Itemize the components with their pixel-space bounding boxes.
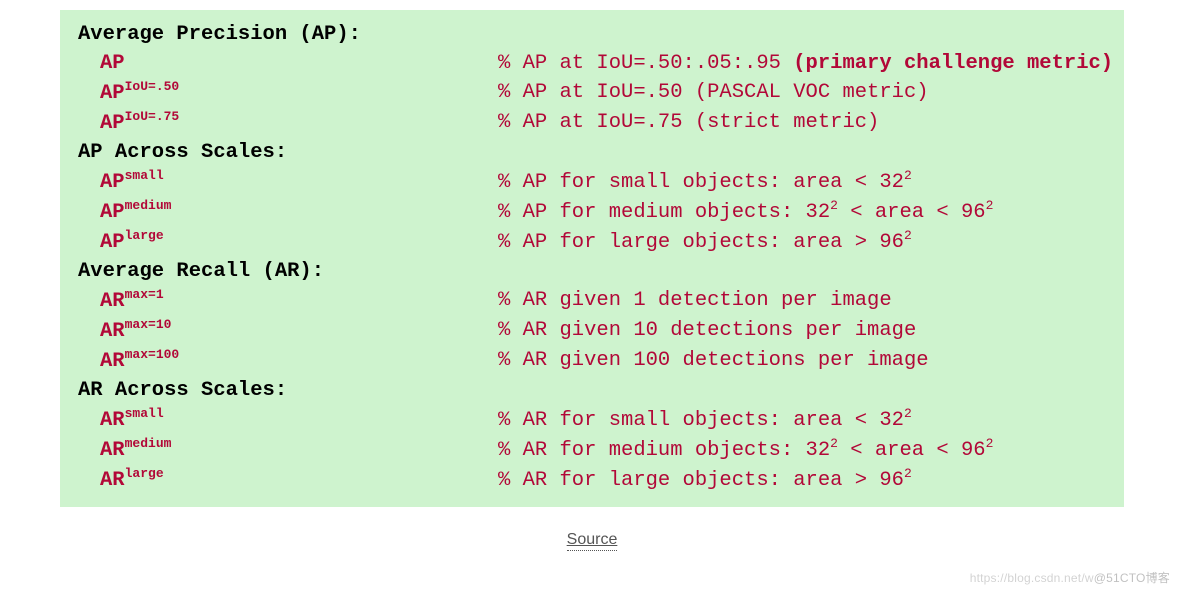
metrics-panel: Average Precision (AP):AP% AP at IoU=.50… [60, 10, 1124, 507]
metric-description: % AR for medium objects: 322 < area < 96… [498, 435, 993, 465]
metric-row: ARmax=100 % AR given 100 detections per i… [78, 346, 1106, 376]
metric-description: % AR given 10 detections per image [498, 316, 916, 345]
source-link[interactable]: Source [567, 531, 618, 551]
metric-row: ARmax=10 % AR given 10 detections per ima… [78, 316, 1106, 346]
source-caption: Source [60, 531, 1124, 551]
metric-label: ARmax=10 [78, 316, 171, 346]
metric-label: AP [78, 49, 125, 78]
metric-label: APmedium [78, 197, 171, 227]
metric-label: APIoU=.75 [78, 108, 179, 138]
metric-label: ARmax=1 [78, 286, 164, 316]
metric-description: % AP for medium objects: 322 < area < 96… [498, 197, 993, 227]
metric-description: % AP for small objects: area < 322 [498, 167, 912, 197]
metric-description: % AR for large objects: area > 962 [498, 465, 912, 495]
metric-row: AP% AP at IoU=.50:.05:.95 (primary chall… [78, 49, 1106, 78]
metric-description: % AP at IoU=.50:.05:.95 (primary challen… [498, 49, 1113, 78]
metric-label: APIoU=.50 [78, 78, 179, 108]
watermark: https://blog.csdn.net/w@51CTO博客 [970, 569, 1170, 586]
section-heading: AP Across Scales: [78, 138, 1106, 167]
metric-label: APsmall [78, 167, 164, 197]
metric-description: % AR given 100 detections per image [498, 346, 929, 375]
metric-row: ARmedium % AR for medium objects: 322 < a… [78, 435, 1106, 465]
metric-row: ARlarge % AR for large objects: area > 96… [78, 465, 1106, 495]
metric-row: APIoU=.50 % AP at IoU=.50 (PASCAL VOC met… [78, 78, 1106, 108]
metric-description: % AR for small objects: area < 322 [498, 405, 912, 435]
metric-row: APIoU=.75 % AP at IoU=.75 (strict metric) [78, 108, 1106, 138]
metric-label: ARlarge [78, 465, 164, 495]
metric-label: APlarge [78, 227, 164, 257]
section-heading: Average Precision (AP): [78, 20, 1106, 49]
metric-description: % AP at IoU=.75 (strict metric) [498, 108, 879, 137]
metric-row: ARsmall % AR for small objects: area < 32… [78, 405, 1106, 435]
metric-row: ARmax=1 % AR given 1 detection per image [78, 286, 1106, 316]
metric-row: APsmall % AP for small objects: area < 32… [78, 167, 1106, 197]
metric-label: ARmax=100 [78, 346, 179, 376]
metric-row: APlarge % AP for large objects: area > 96… [78, 227, 1106, 257]
metric-description: % AP for large objects: area > 962 [498, 227, 912, 257]
page: Average Precision (AP):AP% AP at IoU=.50… [0, 0, 1184, 551]
metric-description: % AR given 1 detection per image [498, 286, 892, 315]
metric-row: APmedium % AP for medium objects: 322 < a… [78, 197, 1106, 227]
section-heading: AR Across Scales: [78, 376, 1106, 405]
metric-description: % AP at IoU=.50 (PASCAL VOC metric) [498, 78, 929, 107]
metric-label: ARmedium [78, 435, 171, 465]
section-heading: Average Recall (AR): [78, 257, 1106, 286]
metric-label: ARsmall [78, 405, 164, 435]
